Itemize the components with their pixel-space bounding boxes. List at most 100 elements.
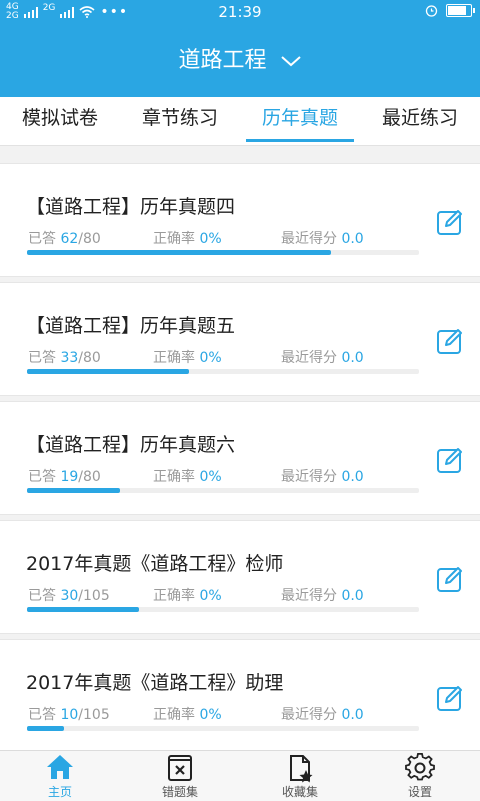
score-value: 0.0 — [341, 350, 364, 366]
score-stat: 最近得分 0.0 — [281, 228, 364, 248]
wrong-book-icon — [168, 755, 192, 781]
total-count: 80 — [83, 350, 101, 366]
accuracy-stat: 正确率 0% — [153, 347, 222, 367]
accuracy-value: 0% — [199, 707, 222, 723]
answered-label: 已答 — [28, 469, 56, 485]
total-count: 105 — [83, 588, 110, 604]
score-label: 最近得分 — [281, 231, 337, 247]
exam-title: 【道路工程】历年真题四 — [26, 196, 236, 218]
progress-fill — [27, 726, 65, 731]
progress-fill — [27, 607, 140, 612]
accuracy-label: 正确率 — [153, 707, 195, 723]
nav-label: 收藏集 — [281, 785, 318, 799]
total-count: 105 — [83, 707, 110, 723]
battery-icon — [446, 4, 475, 17]
alarm-icon — [425, 5, 438, 17]
score-label: 最近得分 — [281, 350, 337, 366]
exam-card[interactable]: 【道路工程】历年真题六 已答 19/80 正确率 0% 最近得分 0.0 — [0, 401, 480, 515]
progress-bar — [27, 607, 419, 612]
exam-card[interactable]: 2017年真题《道路工程》助理 已答 10/105 正确率 0% 最近得分 0.… — [0, 639, 480, 753]
tab-recent-practice[interactable]: 最近练习 — [360, 97, 480, 145]
tab-label: 模拟试卷 — [21, 107, 98, 129]
tab-past-exams[interactable]: 历年真题 — [240, 97, 360, 145]
answered-count: 62 — [60, 231, 79, 247]
chevron-down-icon — [280, 56, 301, 67]
tab-label: 历年真题 — [261, 107, 338, 129]
bottom-nav: 主页 错题集 收藏集 设置 — [0, 750, 480, 801]
battery-fill — [448, 6, 467, 15]
progress-bar — [27, 250, 419, 255]
nav-label: 设置 — [407, 785, 432, 799]
progress-fill — [27, 369, 189, 374]
progress-bar — [27, 488, 419, 493]
score-stat: 最近得分 0.0 — [281, 704, 364, 724]
total-count: 80 — [83, 469, 101, 485]
exam-card[interactable]: 【道路工程】历年真题五 已答 33/80 正确率 0% 最近得分 0.0 — [0, 282, 480, 396]
answered-count: 30 — [60, 588, 79, 604]
score-value: 0.0 — [341, 707, 364, 723]
edit-icon[interactable] — [436, 327, 464, 355]
total-count: 80 — [83, 231, 101, 247]
gear-icon — [405, 753, 435, 781]
accuracy-stat: 正确率 0% — [153, 585, 222, 605]
accuracy-label: 正确率 — [153, 588, 195, 604]
edit-icon[interactable] — [436, 565, 464, 593]
tab-bar: 模拟试卷 章节练习 历年真题 最近练习 — [0, 97, 480, 146]
score-label: 最近得分 — [281, 469, 337, 485]
status-time: 21:39 — [218, 3, 262, 21]
tab-mock-exam[interactable]: 模拟试卷 — [0, 97, 120, 145]
nav-favorites[interactable]: 收藏集 — [240, 751, 360, 801]
accuracy-value: 0% — [199, 588, 222, 604]
score-value: 0.0 — [341, 469, 364, 485]
accuracy-stat: 正确率 0% — [153, 704, 222, 724]
answered-stat: 已答 10/105 — [28, 704, 110, 724]
edit-icon[interactable] — [436, 684, 464, 712]
subject-selector[interactable]: 道路工程 — [0, 42, 480, 74]
answered-count: 33 — [60, 350, 79, 366]
accuracy-value: 0% — [199, 469, 222, 485]
score-label: 最近得分 — [281, 588, 337, 604]
answered-label: 已答 — [28, 588, 56, 604]
score-stat: 最近得分 0.0 — [281, 466, 364, 486]
tab-label: 章节练习 — [141, 107, 218, 129]
exam-title: 2017年真题《道路工程》助理 — [26, 672, 284, 694]
accuracy-value: 0% — [199, 350, 222, 366]
status-bar: 4G 2G 2G ••• 21:39 — [0, 0, 480, 24]
nav-label: 错题集 — [161, 785, 198, 799]
answered-count: 19 — [60, 469, 79, 485]
accuracy-label: 正确率 — [153, 469, 195, 485]
answered-label: 已答 — [28, 707, 56, 723]
exam-card[interactable]: 2017年真题《道路工程》检师 已答 30/105 正确率 0% 最近得分 0.… — [0, 520, 480, 634]
favorite-doc-icon — [290, 755, 313, 783]
nav-home[interactable]: 主页 — [0, 751, 120, 801]
exam-title: 2017年真题《道路工程》检师 — [26, 553, 284, 575]
answered-stat: 已答 33/80 — [28, 347, 101, 367]
nav-wrong-book[interactable]: 错题集 — [120, 751, 240, 801]
answered-stat: 已答 30/105 — [28, 585, 110, 605]
exam-title: 【道路工程】历年真题五 — [26, 315, 236, 337]
answered-count: 10 — [60, 707, 79, 723]
accuracy-value: 0% — [199, 231, 222, 247]
progress-fill — [27, 250, 331, 255]
progress-bar — [27, 369, 419, 374]
exam-card[interactable]: 【道路工程】历年真题四 已答 62/80 正确率 0% 最近得分 0.0 — [0, 163, 480, 277]
tab-label: 最近练习 — [381, 107, 458, 129]
tab-chapter-practice[interactable]: 章节练习 — [120, 97, 240, 145]
score-stat: 最近得分 0.0 — [281, 347, 364, 367]
edit-icon[interactable] — [436, 208, 464, 236]
answered-label: 已答 — [28, 231, 56, 247]
accuracy-label: 正确率 — [153, 231, 195, 247]
answered-label: 已答 — [28, 350, 56, 366]
nav-settings[interactable]: 设置 — [360, 751, 480, 801]
accuracy-stat: 正确率 0% — [153, 228, 222, 248]
accuracy-label: 正确率 — [153, 350, 195, 366]
home-icon — [47, 755, 73, 779]
score-label: 最近得分 — [281, 707, 337, 723]
progress-bar — [27, 726, 419, 731]
page-title: 道路工程 — [178, 48, 267, 73]
nav-label: 主页 — [47, 785, 72, 799]
accuracy-stat: 正确率 0% — [153, 466, 222, 486]
edit-icon[interactable] — [436, 446, 464, 474]
progress-fill — [27, 488, 121, 493]
score-stat: 最近得分 0.0 — [281, 585, 364, 605]
